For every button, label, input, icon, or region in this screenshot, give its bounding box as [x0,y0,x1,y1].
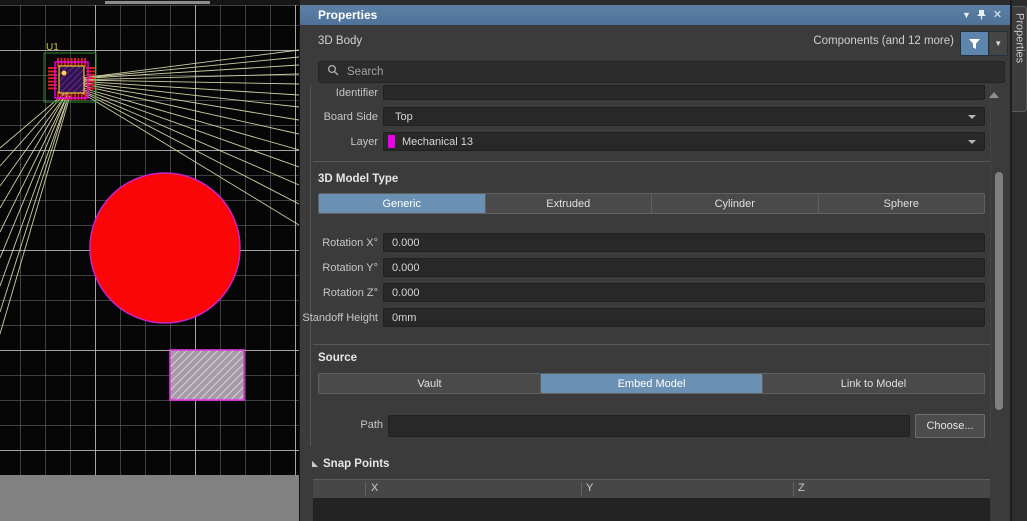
model-type-heading: 3D Model Type [318,173,398,185]
identifier-input[interactable] [383,85,985,100]
layer-value: Mechanical 13 [402,136,473,148]
filter-scope-label: Components (and 12 more) [813,35,954,47]
source-segments: Vault Embed Model Link to Model [318,373,985,394]
pcb-round-pad[interactable] [90,173,240,323]
board-side-value: Top [395,111,413,123]
layer-color-swatch [388,135,395,148]
collapse-triangle-icon[interactable]: ◢ [312,459,318,468]
section-divider [313,161,990,162]
identifier-label: Identifier [300,87,378,99]
filter-button-group: ▼ [960,31,1008,56]
chevron-down-icon [968,115,976,119]
panel-tab-strip: Properties [1011,0,1027,521]
snap-column-y[interactable]: Y [586,482,593,494]
search-icon [327,63,339,81]
rotation-x-label: Rotation X° [300,237,378,249]
layer-select[interactable]: Mechanical 13 [383,132,985,151]
path-label: Path [305,419,383,431]
component-designator: U1 [46,42,59,53]
source-option-embed-model[interactable]: Embed Model [541,374,763,393]
rotation-y-input[interactable] [383,258,985,277]
model-type-segments: Generic Extruded Cylinder Sphere [318,193,985,214]
rotation-z-input[interactable] [383,283,985,302]
column-divider[interactable] [793,482,794,496]
properties-panel: Properties ▼ ✕ 3D Body Components (and 1… [300,0,1011,521]
panel-title: Properties [318,8,377,22]
component-3d-body [59,66,84,93]
pcb-objects-layer: U1 [0,5,299,475]
model-type-option-extruded[interactable]: Extruded [486,194,653,213]
properties-side-tab[interactable]: Properties [1012,6,1027,112]
choose-button[interactable]: Choose... [915,414,985,438]
rotation-x-input[interactable] [383,233,985,252]
close-icon[interactable]: ✕ [991,9,1004,22]
source-option-vault[interactable]: Vault [319,374,541,393]
source-option-link-to-model[interactable]: Link to Model [763,374,984,393]
pcb-outside-board-area [0,475,299,521]
source-heading: Source [318,352,357,364]
column-divider[interactable] [581,482,582,496]
search-input[interactable] [345,65,1004,79]
board-side-select[interactable]: Top [383,107,985,126]
object-type-label: 3D Body [318,35,362,47]
scrollbar-thumb[interactable] [105,1,210,4]
chevron-down-icon [968,140,976,144]
pin1-marker [62,71,67,76]
pcb-component-u1[interactable]: U1 [44,42,96,102]
content-right-edge [990,85,991,446]
pcb-hatched-region[interactable] [170,350,244,400]
column-divider[interactable] [365,482,366,496]
filter-dropdown-button[interactable]: ▼ [988,32,1007,55]
pcb-view: U1 [0,0,300,521]
filter-icon[interactable] [961,32,988,55]
altium-pcb-editor: U1 [0,0,1027,521]
board-side-label: Board Side [300,111,378,123]
search-box[interactable] [318,61,1005,83]
model-type-option-cylinder[interactable]: Cylinder [652,194,819,213]
model-type-option-sphere[interactable]: Sphere [819,194,985,213]
scroll-up-arrow[interactable] [989,92,999,98]
snap-column-z[interactable]: Z [798,482,805,494]
snap-points-header-row: X Y Z [313,479,990,499]
standoff-height-input[interactable] [383,308,985,327]
snap-points-empty-list[interactable] [313,498,990,521]
side-tab-label: Properties [1013,13,1026,63]
snap-points-heading[interactable]: Snap Points [323,458,389,470]
rotation-z-label: Rotation Z° [300,287,378,299]
panel-titlebar[interactable]: Properties ▼ ✕ [300,5,1010,25]
panel-scrollbar-thumb[interactable] [995,172,1003,410]
panel-menu-icon[interactable]: ▼ [960,9,973,22]
layer-label: Layer [300,136,378,148]
path-input[interactable] [388,415,910,437]
standoff-height-label: Standoff Height [300,312,378,324]
model-type-option-generic[interactable]: Generic [319,194,486,213]
snap-column-x[interactable]: X [371,482,378,494]
rotation-y-label: Rotation Y° [300,262,378,274]
pin-icon[interactable] [975,9,988,22]
section-divider [313,344,990,345]
